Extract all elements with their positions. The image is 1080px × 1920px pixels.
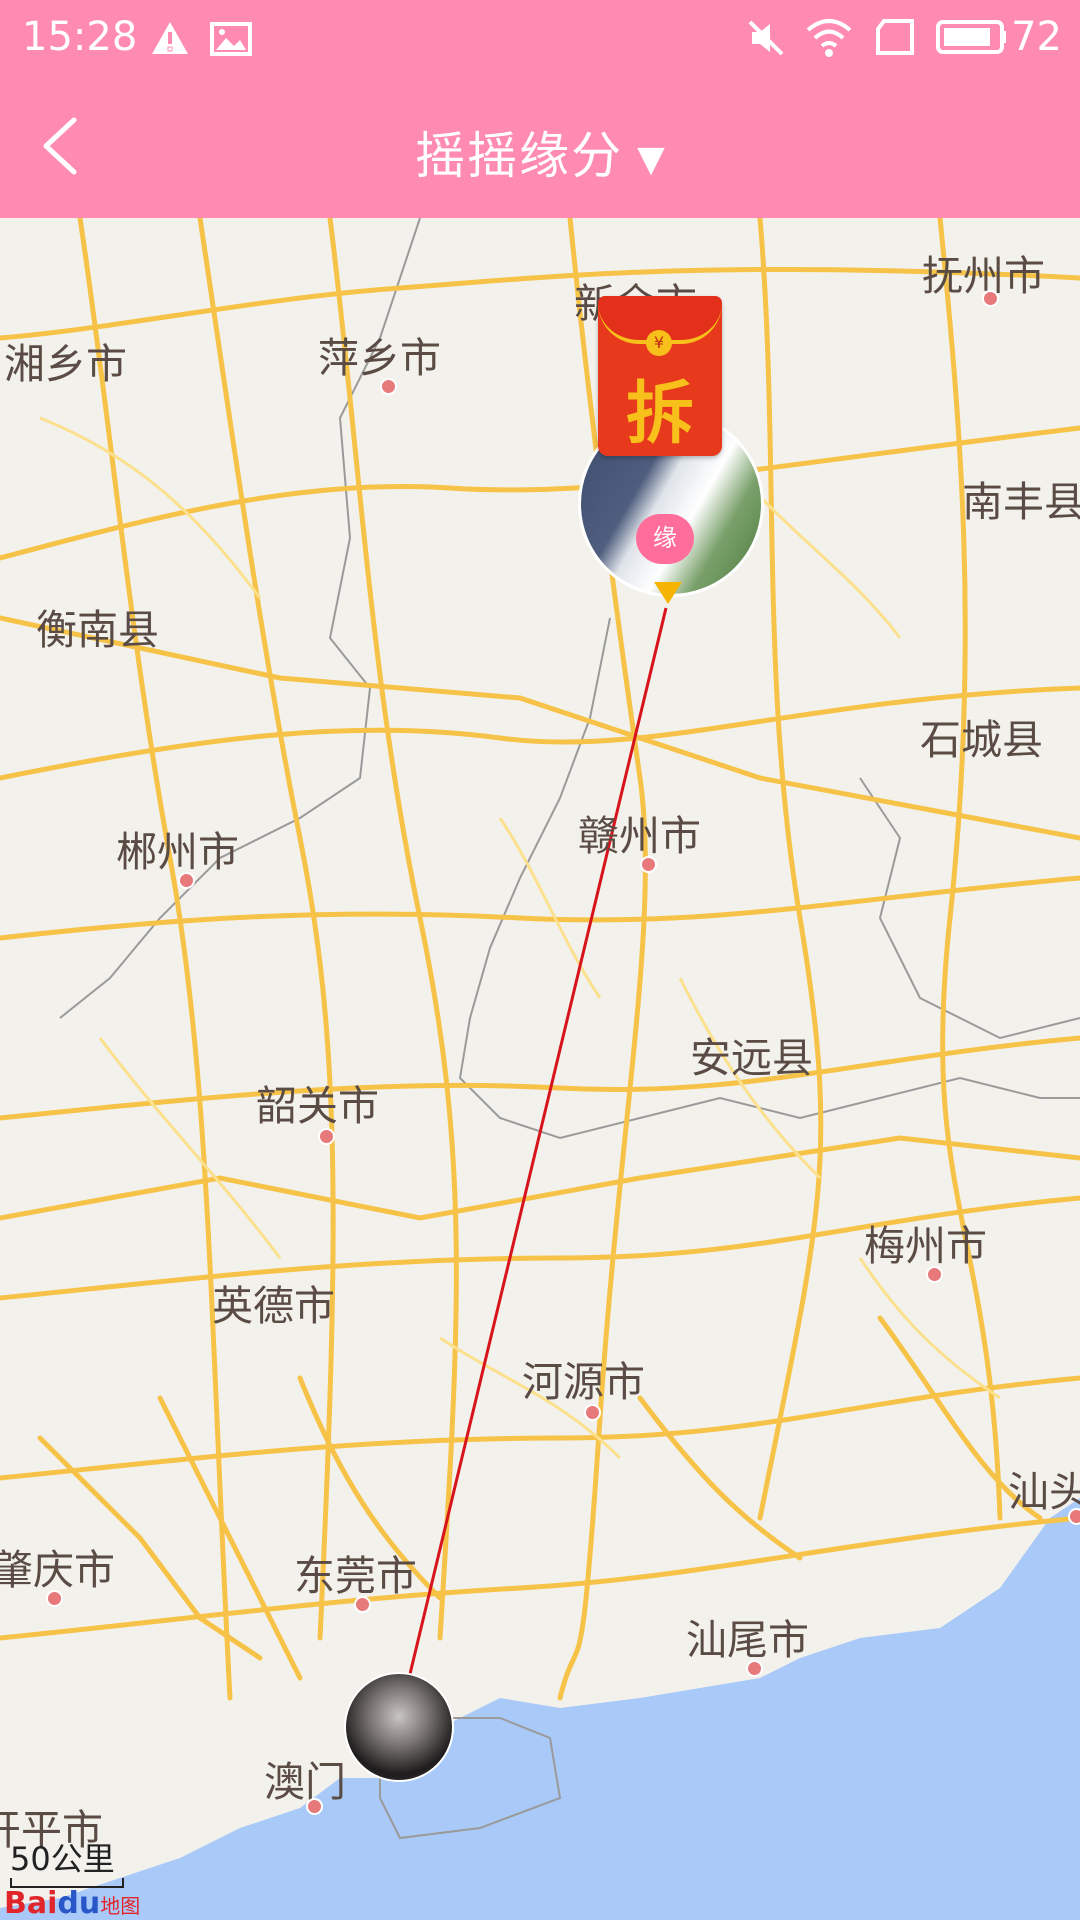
status-time: 15:28 — [22, 14, 138, 60]
city-dot — [584, 1404, 601, 1421]
city-label: 赣州市 — [578, 812, 701, 860]
city-label: 湘乡市 — [4, 340, 127, 388]
coin-icon: ¥ — [646, 330, 672, 356]
city-dot — [982, 290, 999, 307]
map-scale: 50公里 — [10, 1834, 124, 1888]
sim-icon — [876, 19, 914, 55]
map-view[interactable]: 新余市 抚州市 湘乡市 萍乡市 南丰县 衡南县 石城县 赣州市 郴州市 安远县 … — [0, 218, 1080, 1920]
city-label: 衡南县 — [36, 606, 159, 654]
city-label: 梅州市 — [864, 1222, 987, 1270]
title-dropdown[interactable]: 摇摇缘分 ▼ — [0, 116, 1080, 188]
mute-icon — [748, 20, 784, 56]
city-dot — [318, 1128, 335, 1145]
city-label: 韶关市 — [256, 1082, 379, 1130]
app-bar: 摇摇缘分 ▼ — [0, 76, 1080, 218]
city-dot — [46, 1590, 63, 1607]
page-title: 摇摇缘分 — [415, 127, 624, 185]
city-dot — [926, 1266, 943, 1283]
map-pin-tip — [654, 582, 682, 604]
city-dot — [380, 378, 397, 395]
connection-line — [408, 607, 668, 1675]
logo-du: du — [57, 1886, 101, 1920]
city-label: 肇庆市 — [0, 1546, 115, 1594]
sea-area — [0, 1498, 1080, 1920]
user-avatar[interactable] — [344, 1672, 454, 1782]
city-dot — [1068, 1508, 1080, 1525]
image-icon — [210, 22, 252, 56]
red-packet-label: 拆 — [625, 375, 694, 454]
roads — [0, 218, 1080, 1701]
city-label: 郴州市 — [116, 828, 239, 876]
city-label: 石城县 — [920, 716, 1043, 764]
city-dot — [178, 872, 195, 889]
warning-icon — [152, 22, 188, 54]
battery-level: 72 — [1011, 14, 1062, 60]
city-dot — [746, 1660, 763, 1677]
city-label: 汕头 — [1008, 1468, 1080, 1516]
caret-down-icon: ▼ — [637, 139, 665, 180]
logo-bai: Bai — [4, 1886, 58, 1920]
logo-map-word: 地图 — [100, 1894, 141, 1918]
city-label: 南丰县 — [962, 478, 1080, 526]
map-base — [0, 218, 1080, 1920]
city-label: 河源市 — [522, 1358, 645, 1406]
baidu-map-logo: Baidu地图 — [4, 1886, 140, 1920]
city-label: 安远县 — [690, 1034, 813, 1082]
city-label: 东莞市 — [294, 1552, 417, 1600]
city-dot — [306, 1798, 323, 1815]
city-dot — [354, 1596, 371, 1613]
heart-badge: 缘 — [636, 514, 694, 564]
city-label: 英德市 — [212, 1282, 335, 1330]
city-label: 萍乡市 — [318, 334, 441, 382]
red-packet-button[interactable]: ¥ 拆 — [598, 296, 722, 456]
city-label: 汕尾市 — [686, 1616, 809, 1664]
status-bar: 15:28 72 — [0, 0, 1080, 76]
province-borders — [59, 218, 1080, 1840]
city-label: 澳门 — [264, 1758, 346, 1806]
city-dot — [640, 856, 657, 873]
battery-icon — [936, 20, 1006, 54]
scale-label: 50公里 — [10, 1840, 115, 1878]
wifi-icon — [806, 19, 852, 57]
